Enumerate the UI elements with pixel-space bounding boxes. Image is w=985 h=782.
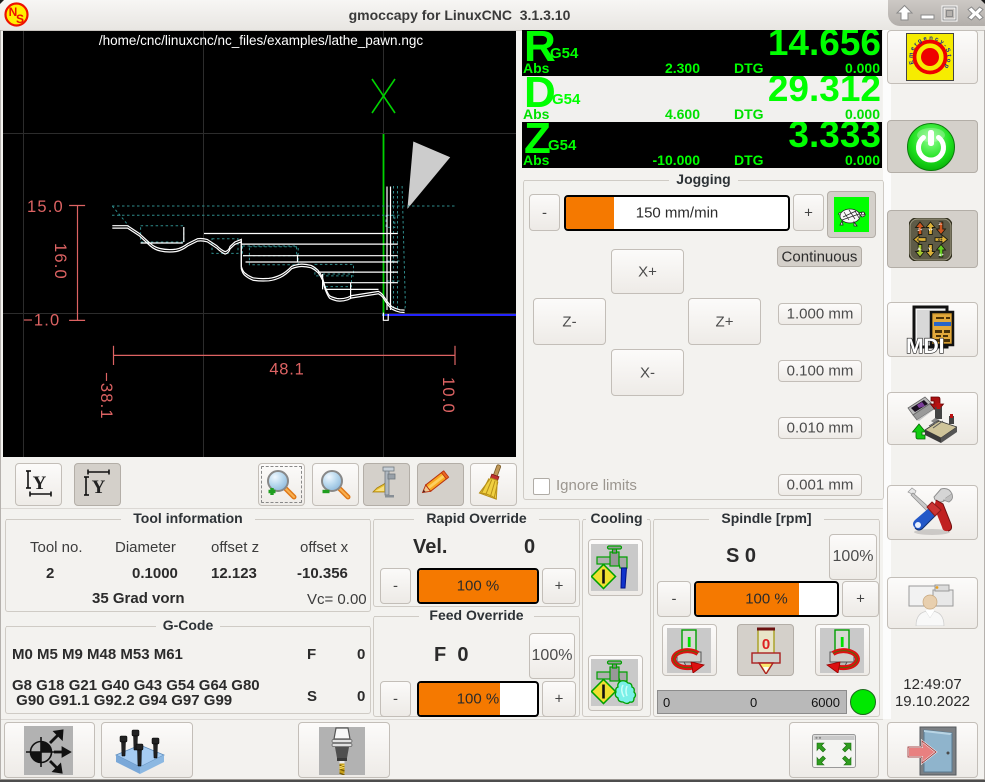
svg-text:X+: X+ (938, 237, 944, 242)
svg-text:Z+: Z+ (918, 227, 923, 232)
svg-text:A-: A- (918, 246, 923, 251)
svg-text:Y+: Y+ (928, 227, 934, 232)
svg-text:−38.1: −38.1 (97, 372, 115, 420)
svg-text:X-: X- (917, 237, 922, 242)
svg-text:15.0: 15.0 (27, 198, 64, 216)
svg-text:Z-: Z- (939, 221, 943, 226)
svg-text:10.0: 10.0 (439, 377, 457, 414)
svg-text:S: S (16, 12, 24, 26)
svg-text:16.0: 16.0 (51, 243, 69, 280)
svg-text:Y: Y (92, 477, 106, 498)
svg-text:48.1: 48.1 (269, 361, 304, 379)
svg-text:Y: Y (33, 473, 47, 494)
svg-text:MDI: MDI (906, 335, 945, 355)
svg-text:/home/cnc/linuxcnc/nc_files/ex: /home/cnc/linuxcnc/nc_files/examples/lat… (99, 33, 423, 48)
svg-text:−1.0: −1.0 (23, 312, 60, 330)
svg-text:Y-: Y- (928, 246, 932, 251)
svg-text:0: 0 (762, 636, 770, 653)
svg-text:A+: A+ (939, 252, 945, 257)
